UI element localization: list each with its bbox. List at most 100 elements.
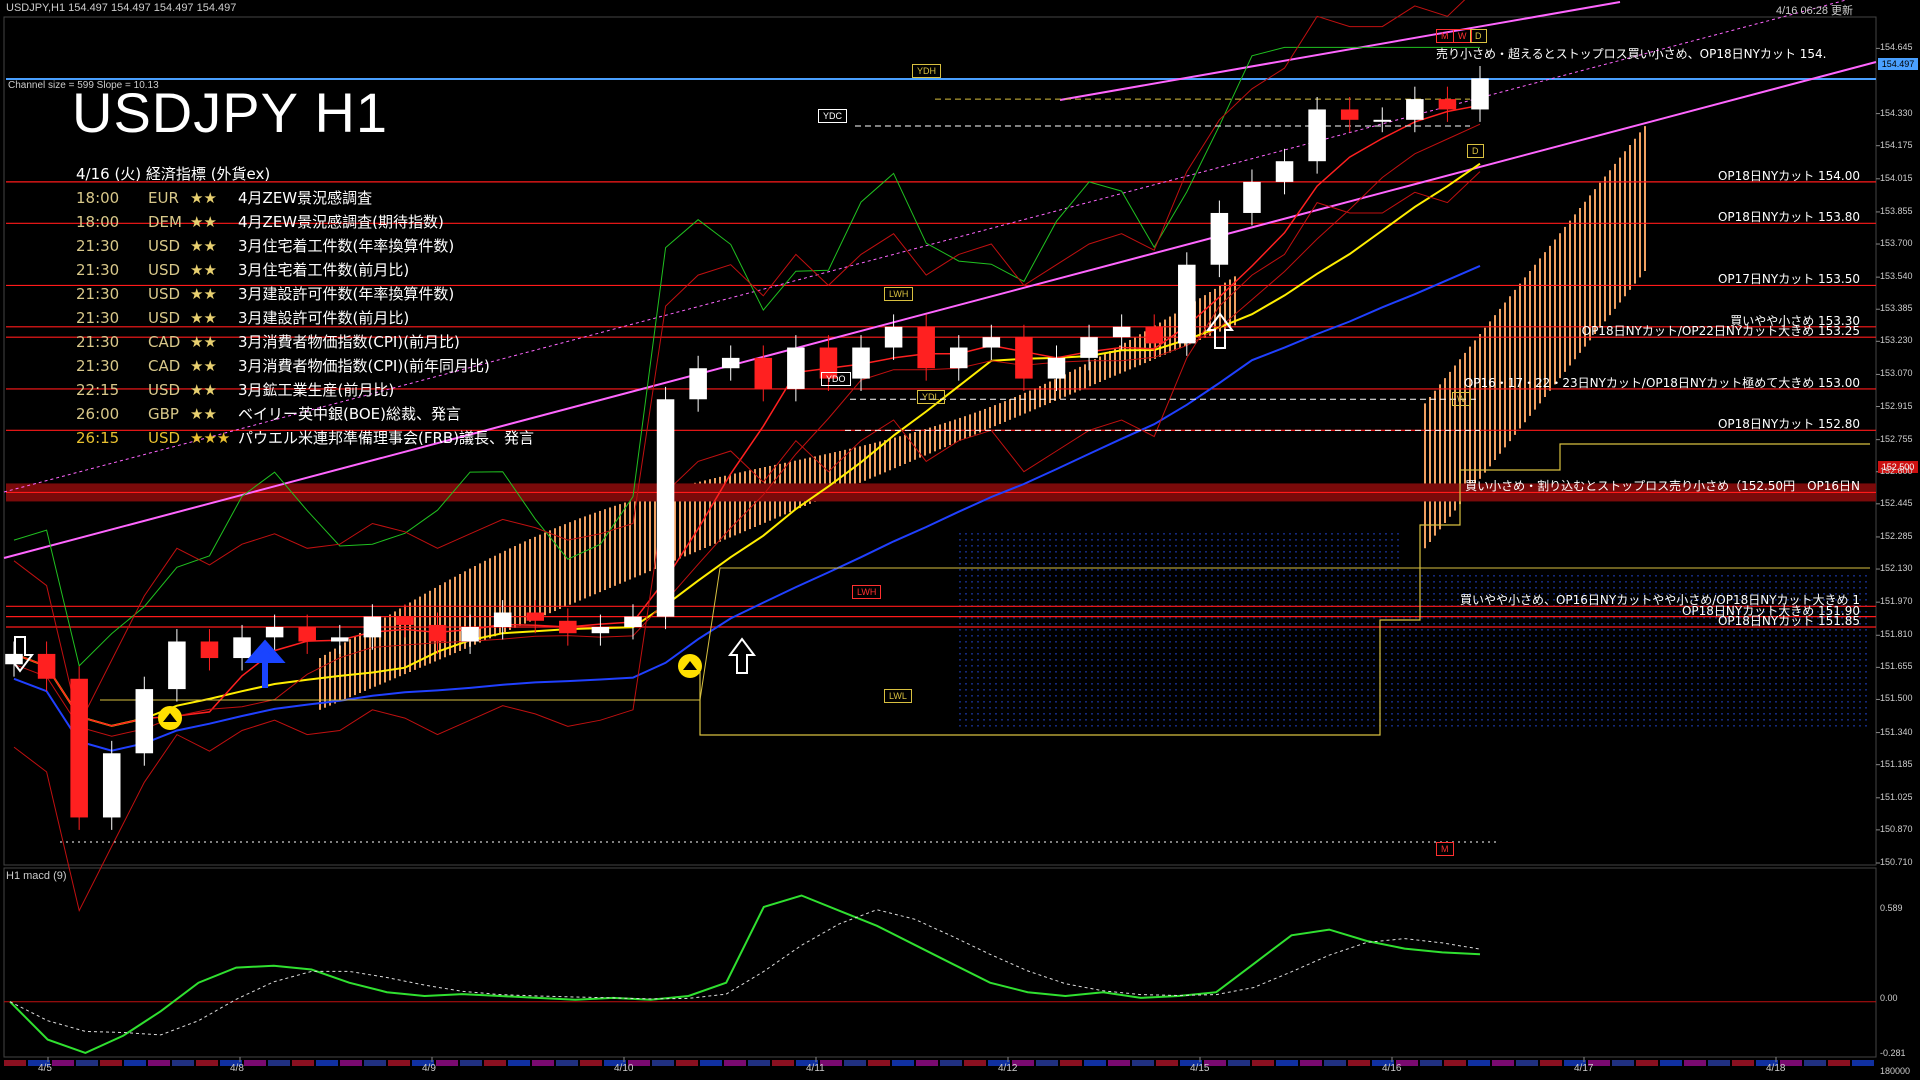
kumo-dot [1277, 719, 1279, 721]
kumo-dot [1049, 647, 1051, 649]
kumo-dot [1217, 557, 1219, 559]
kumo-dot [1151, 623, 1153, 625]
kumo-dot [1247, 563, 1249, 565]
kumo-dot [1595, 581, 1597, 583]
kumo-dot [1043, 671, 1045, 673]
kumo-dot [1697, 575, 1699, 577]
kumo-dot [1523, 587, 1525, 589]
kumo-dot [1133, 587, 1135, 589]
kumo-dot [1343, 617, 1345, 619]
session-band [1540, 1060, 1562, 1066]
kumo-dot [1247, 623, 1249, 625]
kumo-dot [1301, 677, 1303, 679]
kumo-dot [1133, 665, 1135, 667]
kumo-dot [1841, 659, 1843, 661]
kumo-dot [1583, 617, 1585, 619]
kumo-dot [1733, 677, 1735, 679]
kumo-dot [1463, 665, 1465, 667]
kumo-dot [1121, 641, 1123, 643]
kumo-dot [1565, 665, 1567, 667]
kumo-dot [1409, 629, 1411, 631]
kumo-dot [1607, 725, 1609, 727]
kumo-dot [1427, 659, 1429, 661]
kumo-dot [1205, 623, 1207, 625]
kumo-dot [1211, 587, 1213, 589]
kumo-dot [1067, 545, 1069, 547]
kumo-dot [1145, 659, 1147, 661]
kumo-dot [1865, 647, 1867, 649]
kumo-dot [1865, 725, 1867, 727]
kumo-dot [1727, 671, 1729, 673]
kumo-dot [1841, 587, 1843, 589]
kumo-dot [1439, 671, 1441, 673]
event-time: 21:30 [76, 357, 120, 375]
kumo-dot [1169, 551, 1171, 553]
kumo-dot [1289, 659, 1291, 661]
kumo-dot [1493, 647, 1495, 649]
kumo-dot [1751, 689, 1753, 691]
kumo-dot [1235, 581, 1237, 583]
kumo-dot [1853, 695, 1855, 697]
kumo-dot [1055, 647, 1057, 649]
kumo-dot [983, 617, 985, 619]
kumo-dot [1391, 587, 1393, 589]
kumo-dot [1325, 653, 1327, 655]
kumo-dot [1043, 623, 1045, 625]
kumo-dot [1763, 653, 1765, 655]
kumo-dot [1055, 599, 1057, 601]
kumo-dot [1199, 629, 1201, 631]
kumo-dot [1655, 635, 1657, 637]
kumo-dot [1385, 683, 1387, 685]
kumo-dot [1277, 539, 1279, 541]
kumo-dot [1265, 695, 1267, 697]
kumo-dot [959, 713, 961, 715]
session-band [652, 1060, 674, 1066]
kumo-dot [1697, 707, 1699, 709]
kumo-dot [1589, 701, 1591, 703]
kumo-dot [1073, 647, 1075, 649]
kumo-dot [1505, 575, 1507, 577]
kumo-dot [1115, 683, 1117, 685]
kumo-dot [1277, 617, 1279, 619]
kumo-dot [1565, 635, 1567, 637]
kumo-dot [1793, 707, 1795, 709]
kumo-dot [1283, 569, 1285, 571]
kumo-dot [1367, 551, 1369, 553]
kumo-dot [1745, 689, 1747, 691]
candle-body [591, 627, 610, 634]
kumo-dot [1217, 719, 1219, 721]
kumo-dot [1007, 551, 1009, 553]
kumo-dot [1439, 713, 1441, 715]
kumo-dot [1055, 539, 1057, 541]
kumo-dot [1271, 719, 1273, 721]
kumo-dot [1229, 545, 1231, 547]
kumo-dot [1265, 641, 1267, 643]
kumo-dot [1163, 617, 1165, 619]
kumo-dot [1475, 677, 1477, 679]
kumo-dot [1013, 653, 1015, 655]
kumo-dot [1067, 671, 1069, 673]
kumo-dot [1541, 665, 1543, 667]
kumo-dot [1025, 641, 1027, 643]
kumo-dot [1673, 647, 1675, 649]
kumo-dot [1259, 623, 1261, 625]
kumo-dot [1361, 569, 1363, 571]
kumo-dot [1595, 713, 1597, 715]
kumo-dot [1505, 665, 1507, 667]
kumo-dot [1697, 689, 1699, 691]
kumo-dot [1577, 653, 1579, 655]
kumo-dot [1055, 695, 1057, 697]
kumo-dot [1061, 671, 1063, 673]
kumo-dot [1829, 641, 1831, 643]
kumo-dot [1055, 665, 1057, 667]
kumo-dot [1619, 611, 1621, 613]
kumo-dot [1337, 581, 1339, 583]
kumo-dot [1775, 689, 1777, 691]
kumo-dot [1379, 617, 1381, 619]
kumo-dot [1205, 641, 1207, 643]
candle-body [1243, 181, 1261, 213]
kumo-dot [1019, 635, 1021, 637]
kumo-dot [1085, 665, 1087, 667]
kumo-dot [1193, 587, 1195, 589]
kumo-dot [1601, 587, 1603, 589]
